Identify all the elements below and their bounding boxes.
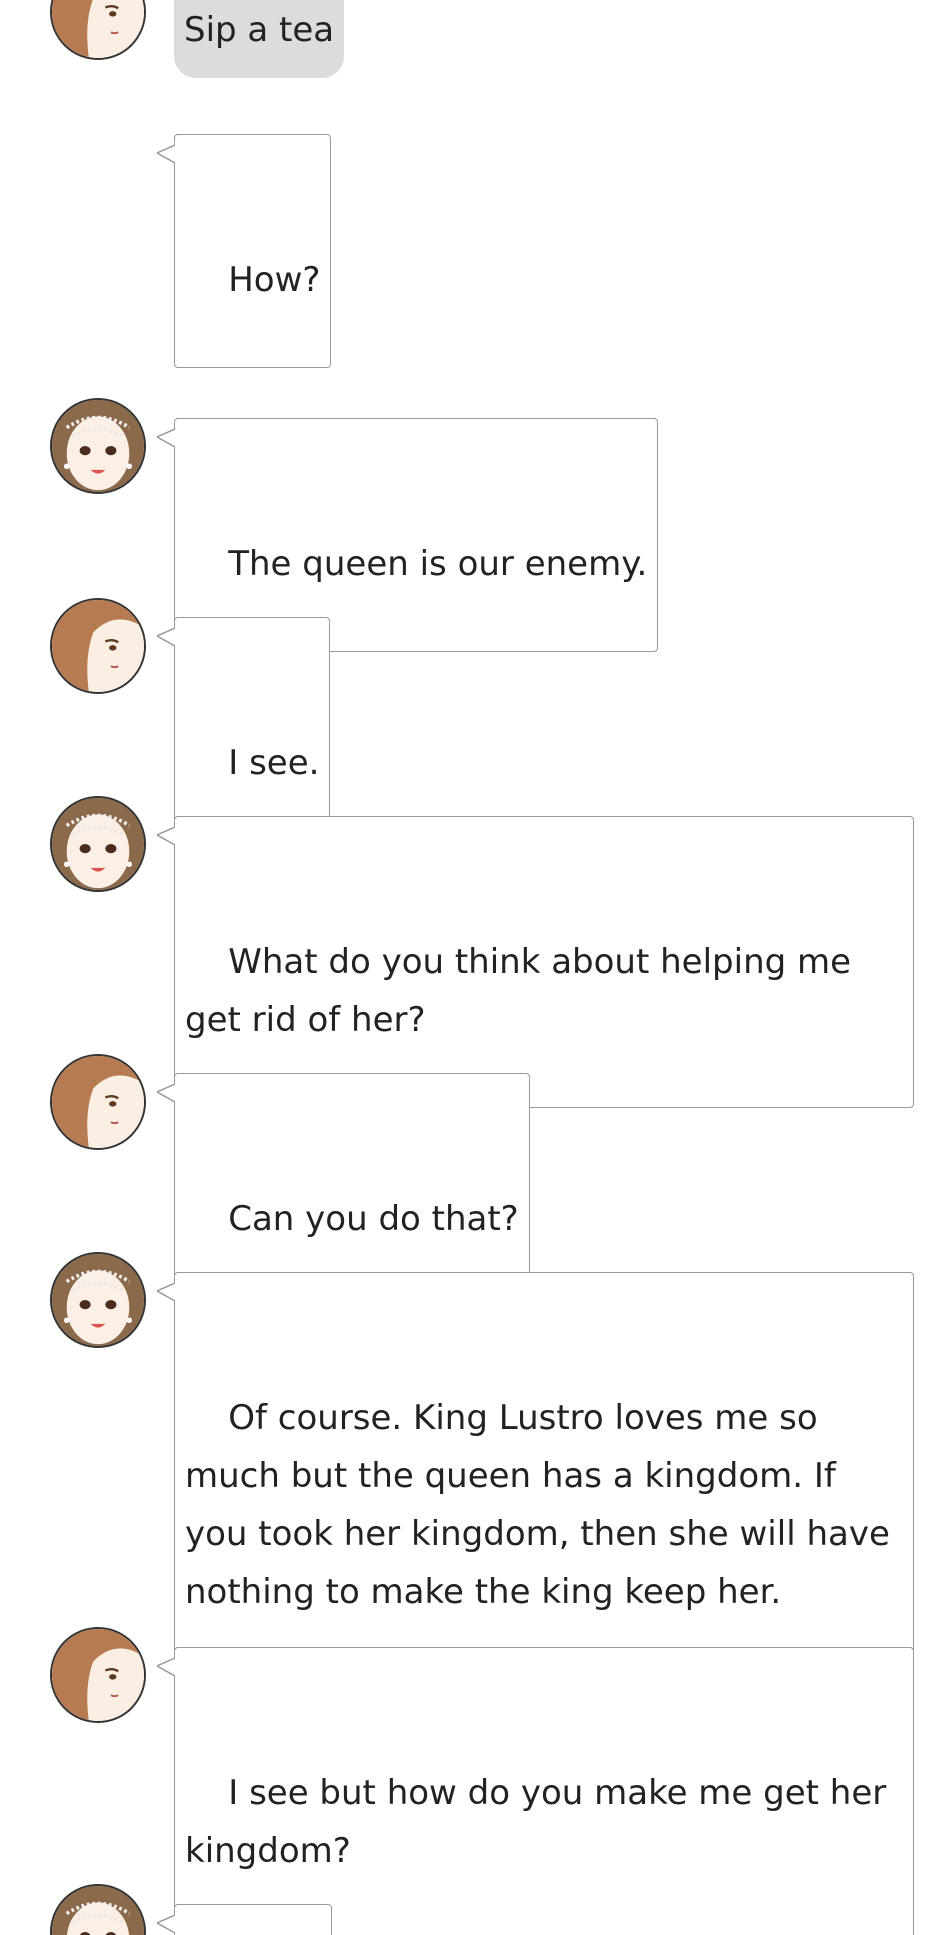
player-avatar <box>50 0 146 60</box>
speech-tail-icon <box>157 1083 175 1103</box>
player-avatar <box>50 1054 146 1150</box>
speech-tail-icon <box>157 1914 175 1934</box>
pearl-tiara-lady-icon <box>52 1886 144 1935</box>
brown-haired-girl-icon <box>52 600 144 692</box>
message-text: I see. <box>228 743 320 783</box>
rival-avatar <box>50 398 146 494</box>
chat-log: Sip a tea How? The queen is our enemy. I… <box>0 0 940 1935</box>
message-text: Can you do that? <box>228 1199 519 1239</box>
pearl-tiara-lady-icon <box>52 798 144 890</box>
speech-tail-icon <box>157 1657 175 1677</box>
player-avatar <box>50 598 146 694</box>
pearl-tiara-lady-icon <box>52 1254 144 1346</box>
message-bubble: What do you think about helping me get r… <box>157 816 914 1108</box>
speech-tail-icon <box>157 428 175 448</box>
pearl-tiara-lady-icon <box>52 400 144 492</box>
brown-haired-girl-icon <box>52 1629 144 1721</box>
rival-avatar <box>50 1252 146 1348</box>
message-bubble: How? <box>157 134 332 368</box>
message-bubble <box>157 1904 332 1935</box>
choice-label: Sip a tea <box>184 10 335 50</box>
speech-tail-icon <box>157 1282 175 1302</box>
message-text: How? <box>228 260 321 300</box>
rival-avatar <box>50 796 146 892</box>
message-text: Of course. King Lustro loves me so much … <box>185 1398 901 1612</box>
message-text: I see but how do you make me get her kin… <box>185 1773 898 1871</box>
choice-button[interactable]: Sip a tea <box>174 0 345 78</box>
message-bubble: I see but how do you make me get her kin… <box>157 1647 914 1935</box>
player-avatar <box>50 1627 146 1723</box>
speech-tail-icon <box>157 826 175 846</box>
speech-tail-icon <box>157 144 175 164</box>
speech-tail-icon <box>157 627 175 647</box>
rival-avatar <box>50 1884 146 1935</box>
message-bubble: Of course. King Lustro loves me so much … <box>157 1272 914 1680</box>
brown-haired-girl-icon <box>52 1056 144 1148</box>
brown-haired-girl-icon <box>52 0 144 58</box>
message-text: What do you think about helping me get r… <box>185 942 862 1040</box>
message-text: The queen is our enemy. <box>228 544 648 584</box>
